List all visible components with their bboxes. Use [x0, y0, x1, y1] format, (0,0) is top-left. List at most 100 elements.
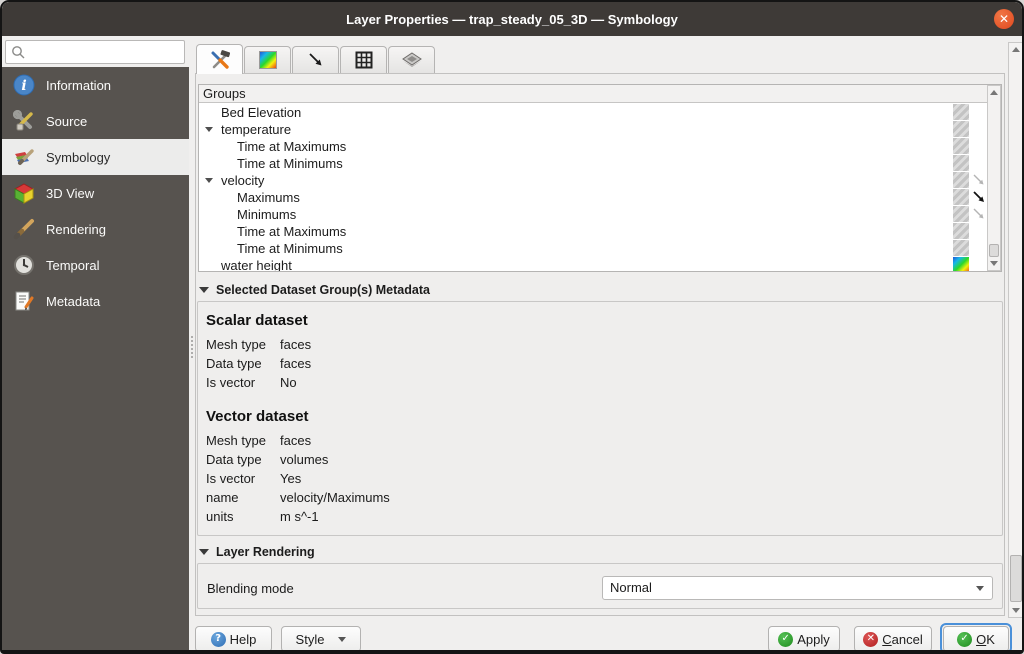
layers-diamond-icon — [401, 52, 422, 67]
vector-dataset-title: Vector dataset — [206, 408, 309, 425]
style-button[interactable]: Style — [281, 626, 361, 650]
titlebar[interactable]: Layer Properties — trap_steady_05_3D — S… — [2, 2, 1022, 36]
document-pencil-icon — [12, 289, 36, 313]
tree-scrollbar[interactable] — [987, 85, 1001, 271]
help-button[interactable]: ? Help — [195, 626, 272, 650]
sidebar-item-metadata[interactable]: Metadata — [2, 283, 189, 319]
apply-button[interactable]: ✓ Apply — [768, 626, 840, 650]
vector-toggle-icon-inactive[interactable] — [971, 206, 987, 222]
tab-contours[interactable] — [244, 46, 291, 73]
color-ramp-icon — [258, 51, 277, 69]
scalar-toggle-icon[interactable] — [953, 206, 969, 222]
sidebar-item-source[interactable]: Source — [2, 103, 189, 139]
tree-row-temperature[interactable]: temperature — [199, 121, 987, 138]
tree-row-temperature-time-at-minimums[interactable]: Time at Minimums — [199, 155, 987, 172]
check-icon: ✓ — [778, 631, 794, 647]
mesh-grid-icon — [355, 51, 372, 69]
sidebar: i Information Source Symbology 3D View R… — [2, 67, 189, 650]
chevron-down-icon — [338, 636, 347, 642]
source-icon — [12, 109, 36, 133]
sidebar-item-temporal[interactable]: Temporal — [2, 247, 189, 283]
tree-row-water-height[interactable]: water height — [199, 257, 987, 271]
sidebar-item-label: 3D View — [46, 185, 95, 201]
chevron-down-icon — [976, 586, 984, 591]
ok-button-focus-ring: ✓ OK — [940, 623, 1012, 650]
tab-rendering-mesh[interactable] — [340, 46, 387, 73]
sidebar-item-information[interactable]: i Information — [2, 67, 189, 103]
search-input[interactable] — [30, 42, 180, 62]
sidebar-item-symbology[interactable]: Symbology — [2, 139, 189, 175]
scalar-toggle-icon[interactable] — [953, 121, 969, 137]
tree-body: Bed Elevation temperature Time at Maximu… — [199, 104, 987, 271]
scalar-toggle-icon[interactable] — [953, 104, 969, 120]
collapse-triangle-icon — [199, 287, 209, 293]
check-icon: ✓ — [957, 631, 973, 647]
window-title: Layer Properties — trap_steady_05_3D — S… — [346, 11, 678, 27]
svg-text:i: i — [21, 78, 26, 94]
tab-stacked-mesh-averaging[interactable] — [388, 46, 435, 73]
scroll-down-icon[interactable] — [1009, 604, 1022, 617]
layer-properties-dialog: Layer Properties — trap_steady_05_3D — S… — [0, 0, 1024, 654]
sidebar-item-rendering[interactable]: Rendering — [2, 211, 189, 247]
search-box[interactable] — [5, 40, 185, 64]
scalar-toggle-icon[interactable] — [953, 172, 969, 188]
crossed-tools-icon — [211, 49, 230, 69]
tab-general-settings[interactable] — [196, 44, 243, 74]
layer-rendering-section-header[interactable]: Layer Rendering — [199, 545, 315, 559]
vector-dataset-table: Mesh type faces Data type volumes Is vecto… — [206, 431, 390, 526]
table-row: Data type volumes — [206, 452, 329, 467]
sidebar-item-label: Source — [46, 113, 88, 129]
clock-icon — [12, 253, 36, 277]
table-row: Is vector Yes — [206, 471, 302, 486]
search-icon — [12, 46, 25, 59]
sidebar-item-label: Rendering — [46, 221, 106, 237]
table-row: Data type faces — [206, 356, 312, 371]
tree-row-velocity-minimums[interactable]: Minimums — [199, 206, 987, 223]
collapse-arrow-icon[interactable] — [205, 178, 213, 183]
splitter-grip-icon — [191, 336, 193, 358]
cross-icon: ✕ — [863, 631, 879, 647]
collapse-arrow-icon[interactable] — [205, 127, 213, 132]
tree-row-velocity-time-at-minimums[interactable]: Time at Minimums — [199, 240, 987, 257]
cancel-button[interactable]: ✕ Cancel — [854, 626, 932, 650]
metadata-section-header[interactable]: Selected Dataset Group(s) Metadata — [199, 283, 430, 297]
blending-mode-label: Blending mode — [207, 581, 294, 596]
tree-row-velocity-maximums[interactable]: Maximums — [199, 189, 987, 206]
ok-button[interactable]: ✓ OK — [943, 626, 1009, 650]
sidebar-item-3d-view[interactable]: 3D View — [2, 175, 189, 211]
blending-mode-select[interactable]: Normal — [602, 576, 993, 600]
panel-scrollbar[interactable] — [1008, 42, 1022, 618]
table-row: units m s^-1 — [206, 509, 319, 524]
symbology-icon — [12, 145, 36, 169]
scalar-toggle-icon[interactable] — [953, 138, 969, 154]
scalar-toggle-icon-active[interactable] — [953, 257, 969, 271]
tree-row-bed-elevation[interactable]: Bed Elevation — [199, 104, 987, 121]
sidebar-item-label: Symbology — [46, 149, 111, 165]
panel-scrollbar-thumb[interactable] — [1010, 555, 1022, 602]
tab-vectors[interactable] — [292, 46, 339, 73]
table-row: Mesh type faces — [206, 337, 312, 352]
scalar-dataset-title: Scalar dataset — [206, 312, 308, 329]
sidebar-item-label: Temporal — [46, 257, 100, 273]
tree-scrollbar-thumb[interactable] — [989, 244, 999, 257]
scalar-toggle-icon[interactable] — [953, 189, 969, 205]
scalar-toggle-icon[interactable] — [953, 223, 969, 239]
table-row: name velocity/Maximums — [206, 490, 390, 505]
scroll-down-icon[interactable] — [988, 257, 1000, 270]
close-icon[interactable]: ✕ — [994, 9, 1014, 29]
scalar-toggle-icon[interactable] — [953, 240, 969, 256]
tree-row-velocity[interactable]: velocity — [199, 172, 987, 189]
tree-header-groups: Groups — [199, 85, 1001, 103]
scalar-dataset-table: Mesh type faces Data type faces Is vector N… — [206, 335, 311, 392]
vector-arrow-icon — [308, 53, 321, 66]
vector-toggle-icon-active[interactable] — [971, 189, 987, 205]
info-icon: i — [12, 73, 36, 97]
scroll-up-icon[interactable] — [988, 86, 1000, 99]
vector-toggle-icon-inactive[interactable] — [971, 172, 987, 188]
tree-row-velocity-time-at-maximums[interactable]: Time at Maximums — [199, 223, 987, 240]
table-row: Is vector No — [206, 375, 297, 390]
sidebar-item-label: Information — [46, 77, 112, 93]
tree-row-temperature-time-at-maximums[interactable]: Time at Maximums — [199, 138, 987, 155]
scalar-toggle-icon[interactable] — [953, 155, 969, 171]
scroll-up-icon[interactable] — [1009, 43, 1022, 56]
